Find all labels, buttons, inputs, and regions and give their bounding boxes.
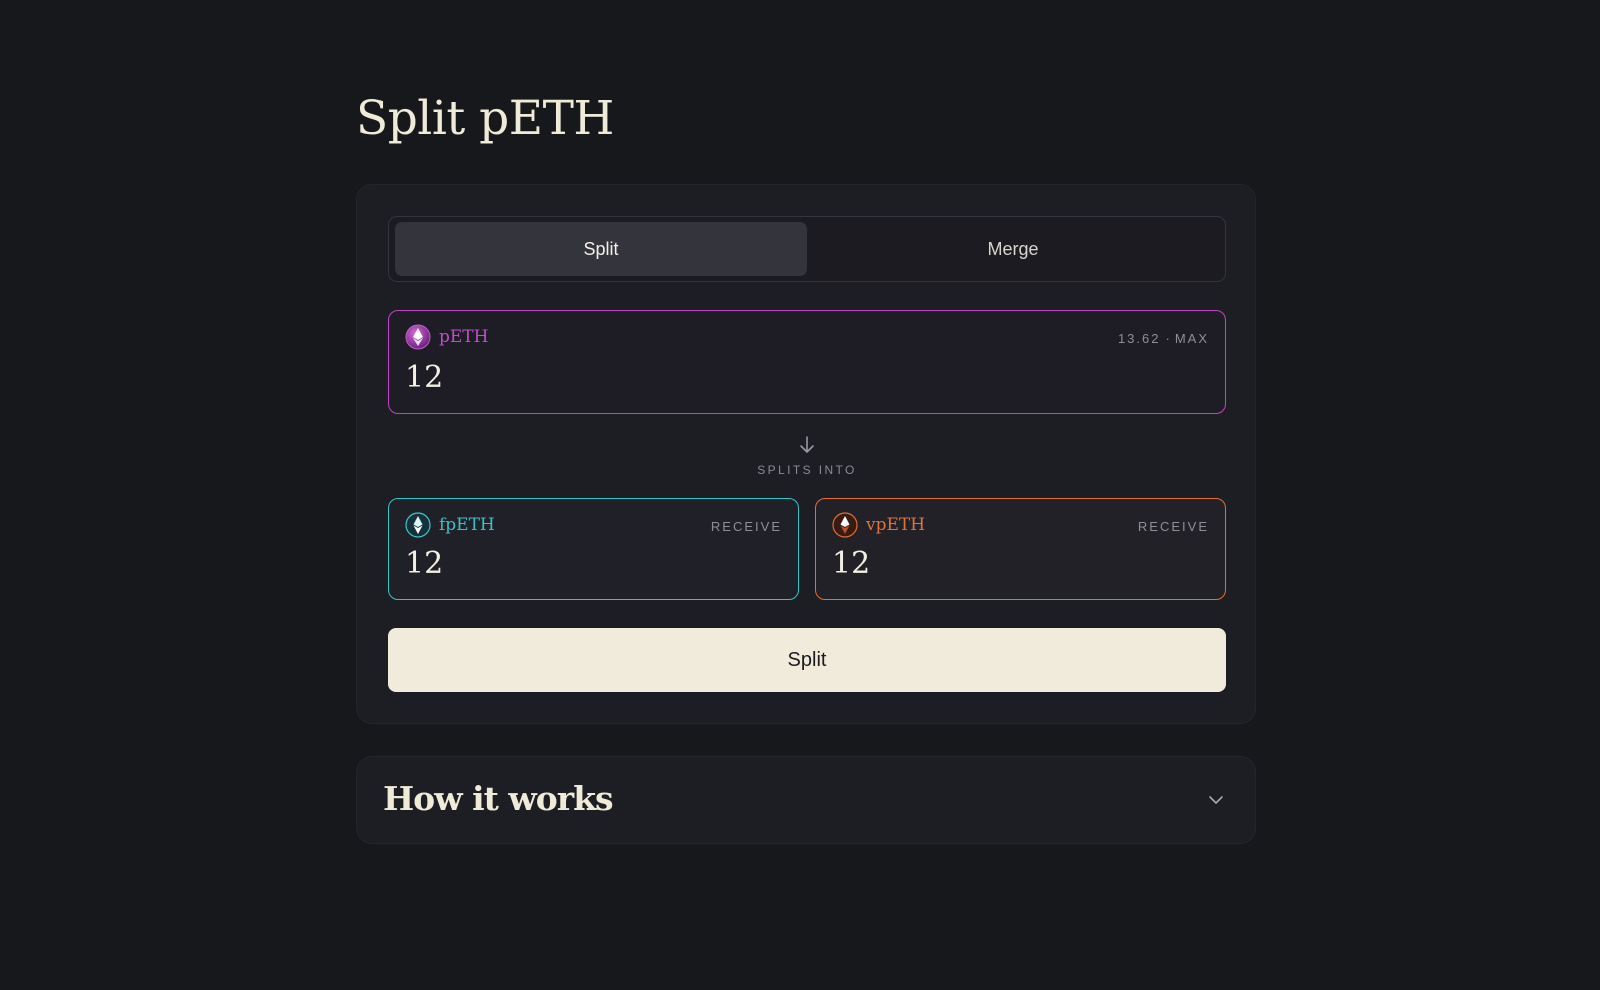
splits-into-divider: SPLITS INTO — [357, 435, 1257, 477]
balance-separator: · — [1165, 331, 1170, 346]
peth-icon — [405, 324, 431, 350]
peth-balance: 13.62 — [1117, 331, 1161, 346]
peth-balance-row: 13.62 · MAX — [1118, 331, 1209, 346]
mode-tabs: Split Merge — [388, 216, 1226, 282]
split-card: Split Merge pETH 13.62 · MAX 12 SPLITS I… — [356, 184, 1256, 724]
fpeth-token-name: fpETH — [439, 515, 495, 535]
fpeth-receive-label: RECEIVE — [710, 519, 782, 534]
split-button[interactable]: Split — [388, 628, 1226, 692]
splits-into-label: SPLITS INTO — [757, 463, 857, 477]
fpeth-token-header: fpETH — [405, 512, 495, 538]
peth-token-name: pETH — [439, 327, 489, 347]
vpeth-token-header: vpETH — [832, 512, 925, 538]
peth-amount-input[interactable] — [405, 360, 705, 395]
fpeth-icon — [405, 512, 431, 538]
fpeth-amount — [405, 546, 705, 581]
max-button[interactable]: MAX — [1175, 331, 1209, 346]
how-it-works-title: How it works — [383, 779, 614, 818]
arrow-down-icon — [800, 436, 814, 453]
vpeth-token-name: vpETH — [866, 515, 926, 535]
peth-token-header: pETH — [405, 324, 488, 350]
vpeth-icon — [832, 512, 858, 538]
fpeth-output-box: fpETH RECEIVE — [388, 498, 799, 600]
tab-merge[interactable]: Merge — [807, 222, 1219, 276]
vpeth-output-box: vpETH RECEIVE — [815, 498, 1226, 600]
tab-split[interactable]: Split — [395, 222, 807, 276]
peth-input-box[interactable]: pETH 13.62 · MAX — [388, 310, 1226, 414]
page-title: Split pETH — [356, 91, 614, 146]
how-it-works-accordion[interactable]: How it works — [356, 756, 1256, 844]
vpeth-receive-label: RECEIVE — [1137, 519, 1209, 534]
chevron-down-icon[interactable] — [1207, 791, 1225, 809]
vpeth-amount — [832, 546, 1132, 581]
